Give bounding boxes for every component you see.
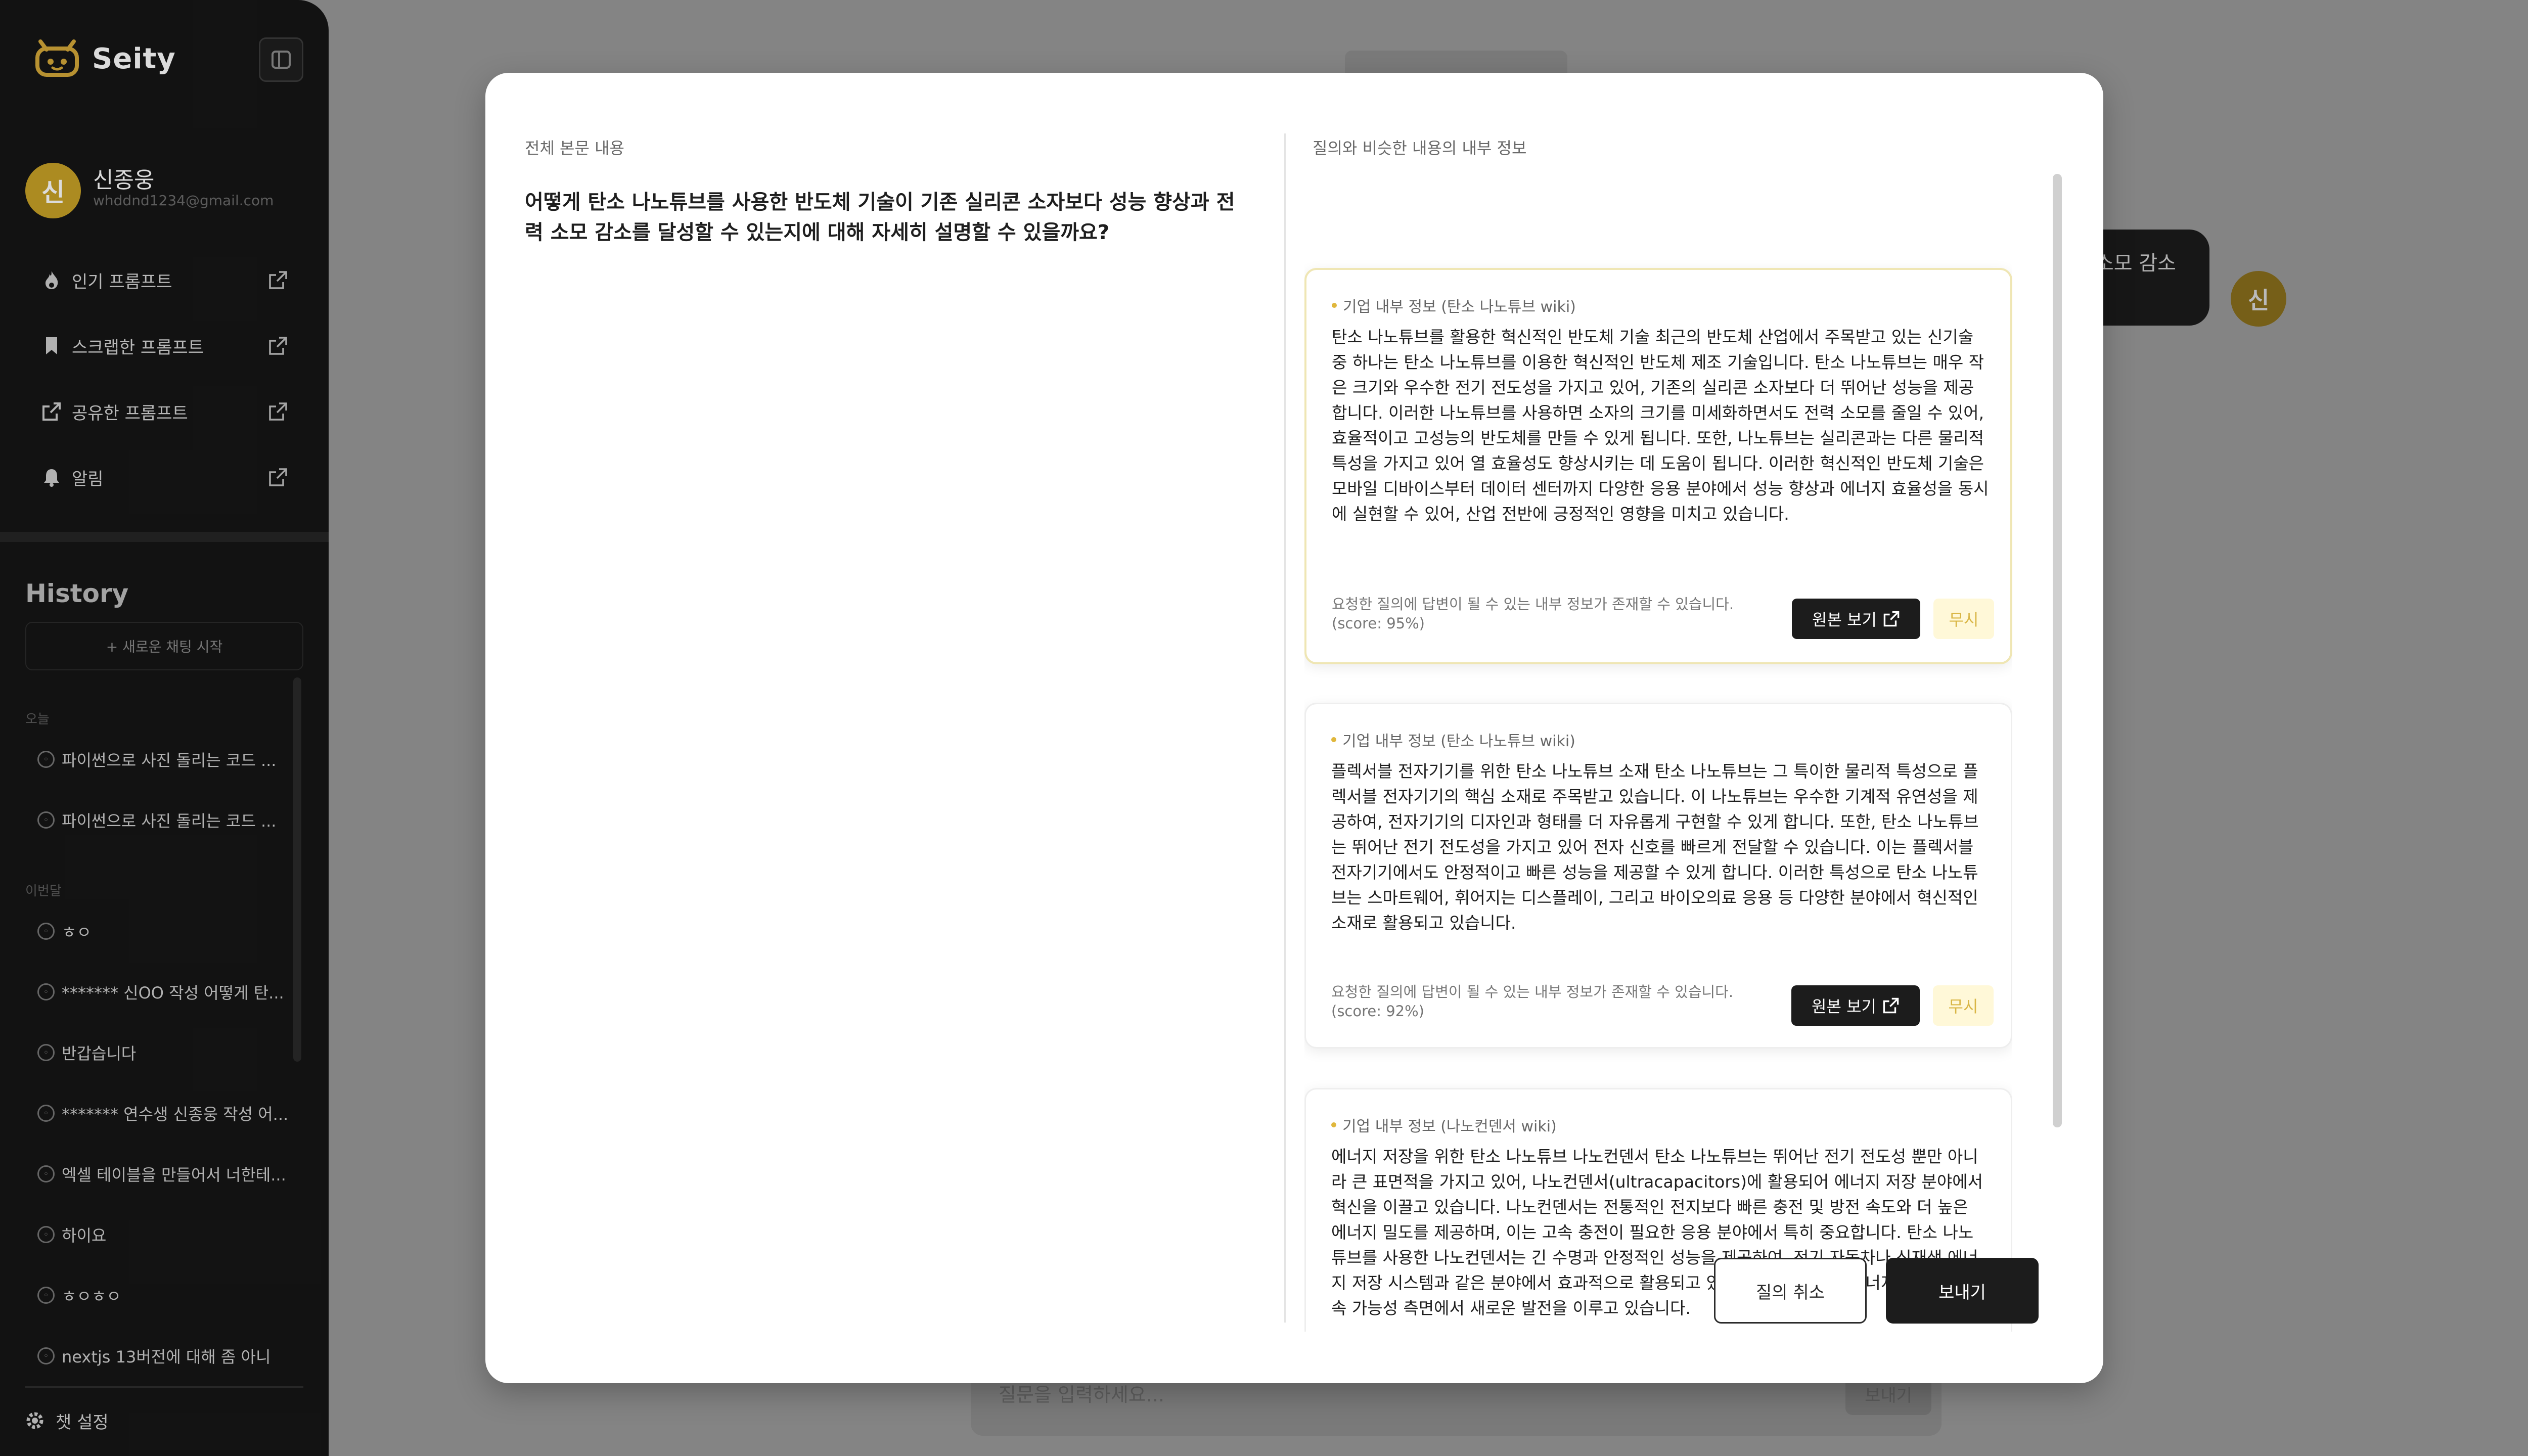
history-item[interactable]: ◦ ******* 신OO 작성 어떻게 탄... <box>37 977 290 1007</box>
history-section-today: 오늘 <box>25 712 50 727</box>
card-score: (score: 95%) <box>1332 615 1425 632</box>
card-source-tag: 기업 내부 정보 (탄소 나노튜브 wiki) <box>1331 729 1575 751</box>
chat-icon: ◦ <box>37 923 55 940</box>
chat-icon: ◦ <box>37 811 55 829</box>
chat-icon: ◦ <box>37 1044 55 1061</box>
user-avatar[interactable]: 신 <box>25 163 81 218</box>
sidebar: Seity 신 신종웅 whddnd1234@gmail.com 인기 프롬프트… <box>0 0 329 1456</box>
nav-label: 공유한 프롬프트 <box>72 403 188 424</box>
dot-icon <box>1332 303 1337 308</box>
history-scrollbar[interactable] <box>293 677 301 1062</box>
chat-icon: ◦ <box>37 983 55 1000</box>
info-card: 기업 내부 정보 (탄소 나노튜브 wiki) 탄소 나노튜브를 활용한 혁신적… <box>1304 268 2012 664</box>
dot-icon <box>1331 737 1336 742</box>
full-content-label: 전체 본문 내용 <box>525 139 624 158</box>
nav-label: 알림 <box>72 469 104 489</box>
fire-icon <box>40 269 63 291</box>
card-body: 탄소 나노튜브를 활용한 혁신적인 반도체 기술 최근의 반도체 산업에서 주목… <box>1332 327 1989 524</box>
info-card: 기업 내부 정보 (탄소 나노튜브 wiki) 플렉서블 전자기기를 위한 탄소… <box>1304 703 2012 1049</box>
list-scrollbar-thumb[interactable] <box>2053 174 2062 1127</box>
dot-icon <box>1331 1122 1336 1127</box>
card-source-tag: 기업 내부 정보 (탄소 나노튜브 wiki) <box>1332 294 1576 316</box>
nav-item-scrapped-prompts[interactable]: 스크랩한 프롬프트 <box>40 326 288 366</box>
history-item[interactable]: ◦ ㅎㅇㅎㅇ <box>37 1280 290 1310</box>
bookmark-icon <box>40 335 63 357</box>
send-button[interactable]: 보내기 <box>1886 1258 2039 1324</box>
external-link-icon <box>1883 997 1899 1014</box>
nav-item-shared-prompts[interactable]: 공유한 프롬프트 <box>40 391 288 432</box>
chat-settings-button[interactable]: 챗 설정 <box>23 1405 109 1436</box>
external-link-icon[interactable] <box>268 401 288 422</box>
nav-label: 스크랩한 프롬프트 <box>72 337 204 358</box>
app-name: Seity <box>92 42 176 75</box>
share-icon <box>40 400 63 423</box>
app-logo[interactable]: Seity <box>33 37 176 80</box>
history-item[interactable]: ◦ 엑셀 테이블을 만들어서 너한테... <box>37 1159 290 1189</box>
chat-settings-label: 챗 설정 <box>56 1412 109 1433</box>
ignore-button[interactable]: 무시 <box>1933 985 1994 1026</box>
nav-item-popular-prompts[interactable]: 인기 프롬프트 <box>40 260 288 300</box>
card-note: 요청한 질의에 답변이 될 수 있는 내부 정보가 존재할 수 있습니다. (s… <box>1332 596 1734 632</box>
nav-item-notifications[interactable]: 알림 <box>40 457 288 497</box>
card-source-tag: 기업 내부 정보 (나노컨덴서 wiki) <box>1331 1114 1557 1136</box>
view-source-button[interactable]: 원본 보기 <box>1792 599 1920 639</box>
history-item[interactable]: ◦ ㅎㅇ <box>37 916 290 946</box>
external-link-icon[interactable] <box>268 336 288 356</box>
history-item[interactable]: ◦ 파이썬으로 사진 돌리는 코드 ... <box>37 744 290 775</box>
view-source-button[interactable]: 원본 보기 <box>1791 985 1920 1026</box>
chat-icon: ◦ <box>37 1347 55 1364</box>
card-note: 요청한 질의에 답변이 될 수 있는 내부 정보가 존재할 수 있습니다. (s… <box>1331 983 1734 1020</box>
user-name: 신종웅 <box>93 167 155 193</box>
new-chat-button[interactable]: + 새로운 채팅 시작 <box>25 622 303 670</box>
card-body: 플렉서블 전자기기를 위한 탄소 나노튜브 소재 탄소 나노튜브는 그 특이한 … <box>1331 761 1979 933</box>
history-item[interactable]: ◦ ******* 연수생 신종웅 작성 어... <box>37 1098 290 1128</box>
nav-label: 인기 프롬프트 <box>72 271 172 292</box>
cancel-query-button[interactable]: 질의 취소 <box>1714 1258 1867 1324</box>
section-divider <box>0 532 329 542</box>
history-item[interactable]: ◦ nextjs 13버전에 대해 좀 아니 <box>37 1341 290 1371</box>
chat-icon: ◦ <box>37 1105 55 1122</box>
column-divider <box>1284 133 1286 1323</box>
bell-icon <box>40 466 63 488</box>
external-link-icon[interactable] <box>268 467 288 487</box>
gear-icon <box>26 1412 43 1429</box>
user-email: whddnd1234@gmail.com <box>93 192 274 209</box>
similar-info-label: 질의와 비슷한 내용의 내부 정보 <box>1313 139 1527 158</box>
history-title: History <box>25 579 129 608</box>
card-score: (score: 92%) <box>1331 1003 1424 1020</box>
chat-icon: ◦ <box>37 751 55 768</box>
history-section-this-month: 이번달 <box>25 884 62 899</box>
similar-info-list[interactable]: 기업 내부 정보 (탄소 나노튜브 wiki) 탄소 나노튜브를 활용한 혁신적… <box>1304 174 2012 1332</box>
background-user-avatar: 신 <box>2231 271 2286 327</box>
chat-icon: ◦ <box>37 1165 55 1182</box>
history-item[interactable]: ◦ 하이요 <box>37 1219 290 1250</box>
background-input-placeholder: 질문을 입력하세요... <box>999 1384 1164 1406</box>
footer-divider <box>25 1386 303 1388</box>
history-item[interactable]: ◦ 파이썬으로 사진 돌리는 코드 ... <box>37 805 290 835</box>
chat-icon: ◦ <box>37 1226 55 1243</box>
chat-icon: ◦ <box>37 1287 55 1304</box>
ignore-button[interactable]: 무시 <box>1933 599 1994 639</box>
question-text: 어떻게 탄소 나노튜브를 사용한 반도체 기술이 기존 실리콘 소자보다 성능 … <box>525 191 1235 244</box>
external-link-icon <box>1883 611 1900 627</box>
external-link-icon[interactable] <box>268 270 288 290</box>
sidebar-panel-icon <box>272 51 291 69</box>
robot-logo-icon <box>35 39 79 77</box>
sidebar-toggle-button[interactable] <box>259 37 303 82</box>
internal-info-modal: 전체 본문 내용 어떻게 탄소 나노튜브를 사용한 반도체 기술이 기존 실리콘… <box>485 73 2103 1383</box>
history-item[interactable]: ◦ 반갑습니다 <box>37 1037 290 1068</box>
